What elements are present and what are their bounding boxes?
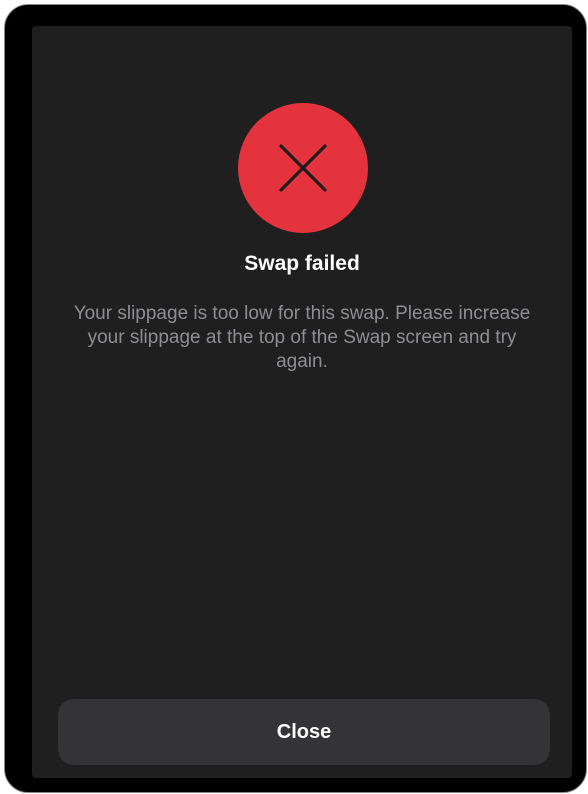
dialog-title: Swap failed [244,252,360,275]
device-frame: Swap failed Your slippage is too low for… [4,4,587,793]
error-status-icon [238,103,368,233]
dialog-message: Your slippage is too low for this swap. … [73,303,531,372]
close-icon [279,144,327,192]
close-button[interactable]: Close [58,699,550,765]
error-dialog: Swap failed Your slippage is too low for… [32,26,572,778]
